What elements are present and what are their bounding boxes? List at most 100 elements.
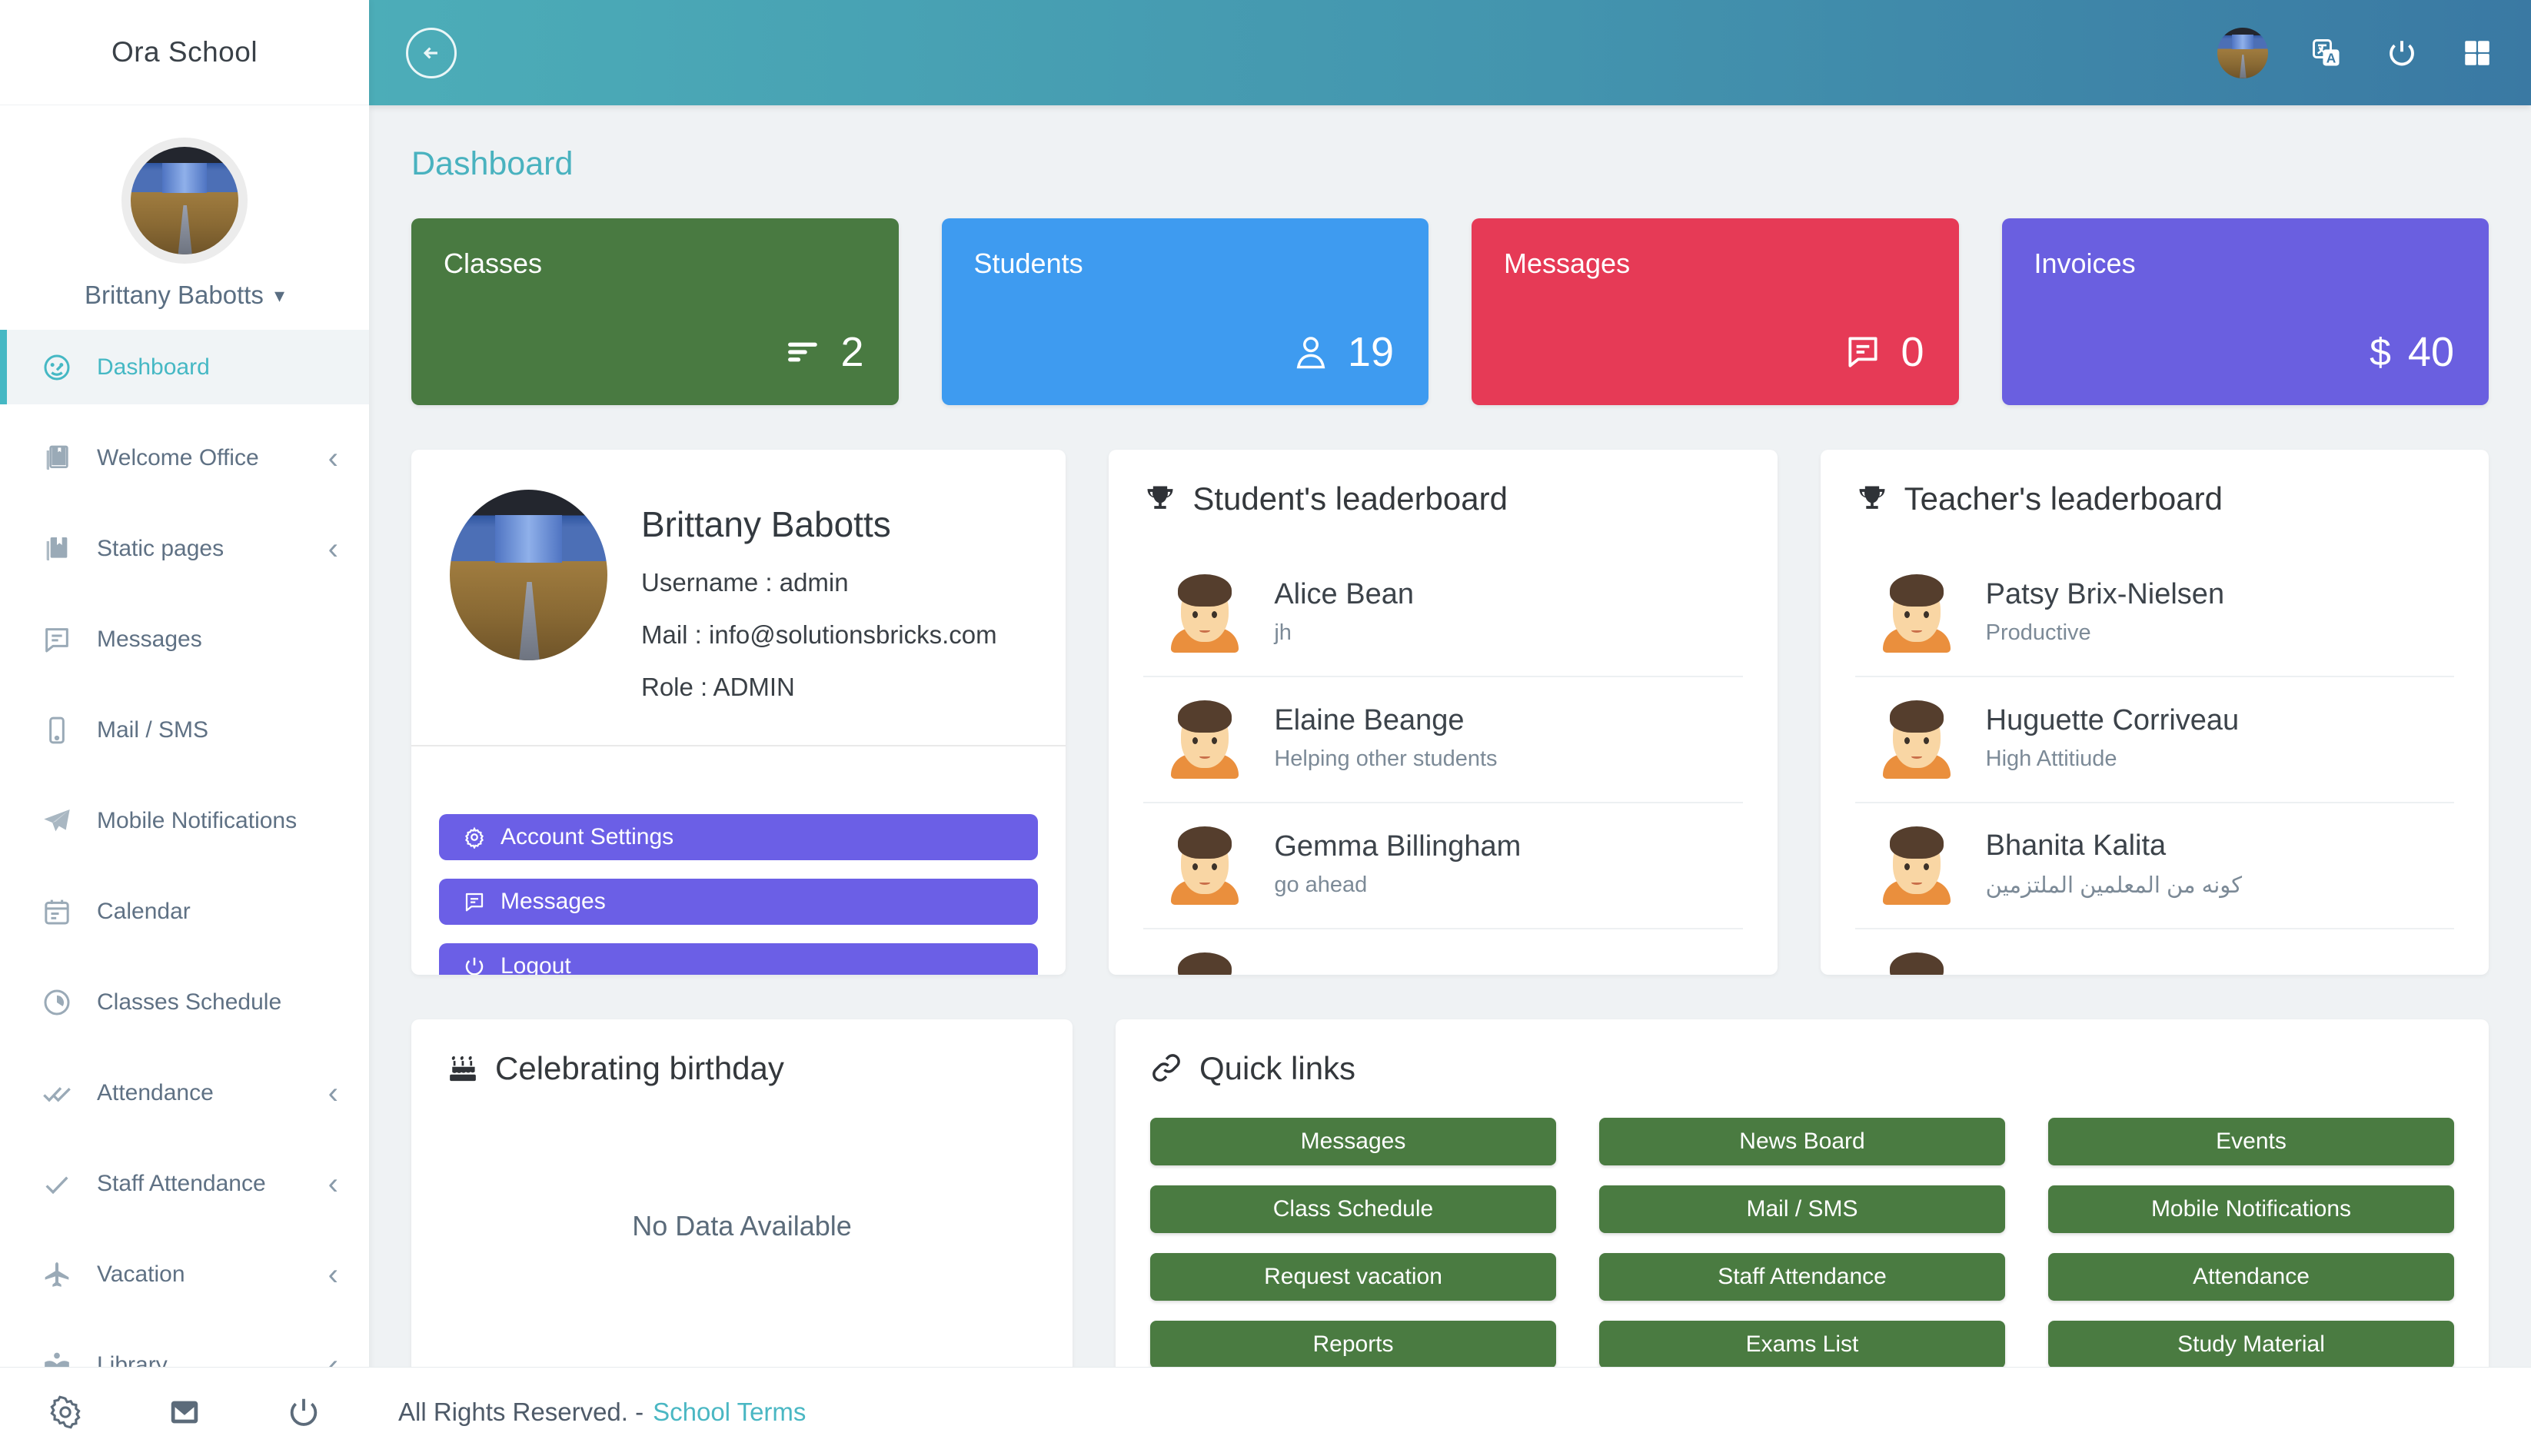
sidebar-item-dashboard[interactable]: Dashboard [0, 330, 369, 404]
sidebar-item-static-pages[interactable]: Static pages ‹ [0, 511, 369, 586]
quicklink-messages-button[interactable]: Messages [1150, 1118, 1556, 1165]
teacher-name: Bhanita Kalita [1986, 829, 2242, 863]
check-icon [40, 1167, 74, 1201]
sidebar-item-label: Dashboard [97, 354, 338, 381]
quicklink-study-material-button[interactable]: Study Material [2048, 1321, 2454, 1367]
power-icon[interactable] [2385, 36, 2419, 70]
logout-button[interactable]: Logout [439, 943, 1038, 975]
list-item[interactable]: Alice Bean jh [1143, 551, 1742, 677]
school-terms-link[interactable]: School Terms [653, 1398, 806, 1427]
stat-card-messages[interactable]: Messages 0 [1472, 218, 1959, 405]
sidebar-item-mail-sms[interactable]: Mail / SMS [0, 693, 369, 767]
user-avatar-image [131, 147, 238, 254]
teacher-caption: High Attitiude [1986, 746, 2240, 772]
chevron-left-icon: ‹ [328, 443, 338, 474]
card-title: Celebrating birthday [495, 1050, 784, 1087]
sidebar-item-vacation[interactable]: Vacation ‹ [0, 1237, 369, 1311]
stat-card-invoices[interactable]: Invoices $ 40 [2002, 218, 2489, 405]
list-item[interactable]: Bhanita Kalita كونه من المعلمين الملتزمي… [1855, 803, 2454, 929]
user-name-dropdown[interactable]: Brittany Babotts ▾ [85, 281, 284, 310]
quicklink-staff-attendance-button[interactable]: Staff Attendance [1599, 1253, 2005, 1301]
sidebar-item-label: Vacation [97, 1262, 328, 1288]
profile-summary: Brittany Babotts Username : admin Mail :… [439, 479, 1038, 702]
card-title: Quick links [1199, 1050, 1355, 1087]
topbar-avatar[interactable] [2217, 28, 2268, 78]
profile-name: Brittany Babotts [641, 504, 997, 545]
sidebar-item-label: Classes Schedule [97, 989, 338, 1016]
profile-info: Brittany Babotts Username : admin Mail :… [641, 490, 997, 702]
sidebar-item-label: Static pages [97, 536, 328, 562]
translate-icon[interactable]: A [2310, 36, 2343, 70]
footer: All Rights Reserved. - School Terms [369, 1367, 2531, 1456]
quicklink-exams-list-button[interactable]: Exams List [1599, 1321, 2005, 1367]
list-item[interactable]: Patsy Brix-Nielsen Productive [1855, 551, 2454, 677]
sidebar-item-calendar[interactable]: Calendar [0, 874, 369, 949]
sidebar-item-classes-schedule[interactable]: Classes Schedule [0, 965, 369, 1039]
sidebar-item-attendance[interactable]: Attendance ‹ [0, 1055, 369, 1130]
stat-label: Classes [444, 248, 866, 280]
quick-links-grid: Messages News Board Events Class Schedul… [1150, 1118, 2454, 1367]
card-title-row: Student's leaderboard [1143, 480, 1742, 517]
list-item[interactable] [1143, 929, 1742, 975]
topbar-actions: A [2217, 28, 2494, 78]
page-title: Dashboard [411, 145, 2489, 183]
chevron-down-icon: ▾ [274, 284, 284, 307]
phone-icon [40, 713, 74, 747]
quicklink-request-vacation-button[interactable]: Request vacation [1150, 1253, 1556, 1301]
sidebar-menu: Dashboard Welcome Office ‹ [0, 330, 369, 1402]
stat-card-classes[interactable]: Classes 2 [411, 218, 899, 405]
birthday-card: Celebrating birthday No Data Available [411, 1019, 1073, 1367]
chevron-left-icon: ‹ [328, 1078, 338, 1109]
quicklink-class-schedule-button[interactable]: Class Schedule [1150, 1185, 1556, 1233]
card-title-row: Teacher's leaderboard [1855, 480, 2454, 517]
account-settings-button[interactable]: Account Settings [439, 814, 1038, 860]
student-leaderboard-list: Alice Bean jh Elaine Beange Helping othe… [1143, 551, 1742, 975]
user-avatar[interactable] [121, 138, 248, 264]
teacher-avatar [1878, 697, 1955, 779]
school-name: Ora School [111, 36, 258, 68]
list-item[interactable] [1855, 929, 2454, 975]
quicklink-events-button[interactable]: Events [2048, 1118, 2454, 1165]
list-item[interactable]: Huguette Corriveau High Attitiude [1855, 677, 2454, 803]
teacher-avatar [1878, 949, 1955, 975]
sidebar-item-welcome-office[interactable]: Welcome Office ‹ [0, 421, 369, 495]
quicklink-attendance-button[interactable]: Attendance [2048, 1253, 2454, 1301]
stat-value: $ 40 [2370, 328, 2454, 376]
main-content: Dashboard Classes 2 Students [369, 105, 2531, 1367]
book-icon [40, 441, 74, 475]
dashboard-row-2: Brittany Babotts Username : admin Mail :… [411, 450, 2489, 975]
power-icon[interactable] [286, 1395, 321, 1430]
teacher-caption: Productive [1986, 620, 2224, 646]
clock-icon [40, 986, 74, 1019]
list-item[interactable]: Elaine Beange Helping other students [1143, 677, 1742, 803]
grid-icon[interactable] [2460, 36, 2494, 70]
list-item-texts: Elaine Beange Helping other students [1274, 704, 1497, 772]
list-item[interactable]: Gemma Billingham go ahead [1143, 803, 1742, 929]
card-title: Student's leaderboard [1192, 480, 1508, 517]
stat-card-students[interactable]: Students 19 [942, 218, 1429, 405]
sidebar-item-messages[interactable]: Messages [0, 602, 369, 676]
chat-icon [40, 623, 74, 657]
quicklink-news-board-button[interactable]: News Board [1599, 1118, 2005, 1165]
teacher-name: Patsy Brix-Nielsen [1986, 578, 2224, 611]
sidebar-item-staff-attendance[interactable]: Staff Attendance ‹ [0, 1146, 369, 1221]
stat-number: 40 [2408, 328, 2454, 376]
back-arrow-icon[interactable] [406, 28, 457, 78]
stat-value: 2 [783, 328, 863, 376]
gear-icon[interactable] [48, 1395, 83, 1430]
profile-role: Role : ADMIN [641, 673, 997, 702]
gauge-icon [40, 351, 74, 384]
sidebar-item-mobile-notifications[interactable]: Mobile Notifications [0, 783, 369, 858]
messages-button[interactable]: Messages [439, 879, 1038, 925]
list-item-texts: Huguette Corriveau High Attitiude [1986, 704, 2240, 772]
quicklink-mobile-notifications-button[interactable]: Mobile Notifications [2048, 1185, 2454, 1233]
quicklink-mail-sms-button[interactable]: Mail / SMS [1599, 1185, 2005, 1233]
gear-icon [462, 825, 487, 849]
quicklink-reports-button[interactable]: Reports [1150, 1321, 1556, 1367]
student-name: Alice Bean [1274, 578, 1414, 611]
profile-avatar [450, 490, 607, 660]
app-root: Ora School Brittany Babotts ▾ D [0, 0, 2531, 1456]
mail-icon[interactable] [167, 1395, 202, 1430]
card-title-row: Quick links [1150, 1050, 2454, 1087]
list-item-texts: Patsy Brix-Nielsen Productive [1986, 578, 2224, 646]
